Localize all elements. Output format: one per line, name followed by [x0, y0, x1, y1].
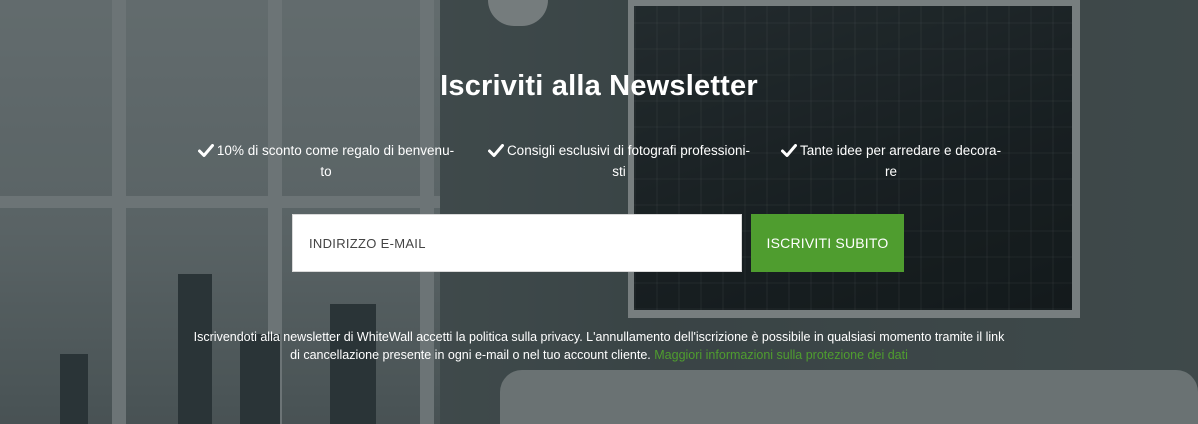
benefit-text-cont: re — [884, 164, 897, 179]
checkmark-icon — [487, 144, 504, 157]
subscribe-button[interactable]: ISCRIVITI SUBITO — [751, 214, 904, 272]
newsletter-title: Iscriviti alla Newsletter — [440, 70, 758, 102]
benefit-text: Tante idee per arredare e decora- — [799, 143, 1002, 158]
benefit-text: Consigli esclusivi di fotografi professi… — [506, 143, 751, 158]
checkmark-icon — [197, 144, 214, 157]
benefit-text-cont: sti — [612, 164, 626, 179]
benefit-text-cont: to — [320, 164, 332, 179]
benefit-item: Consigli esclusivi di fotografi professi… — [474, 140, 764, 182]
benefit-text: 10% di sconto come regalo di benvenu- — [216, 143, 455, 158]
privacy-link[interactable]: Maggiori informazioni sulla protezione d… — [654, 348, 908, 362]
benefit-item: 10% di sconto come regalo di benvenu- to — [181, 140, 471, 182]
benefit-item: Tante idee per arredare e decora- re — [746, 140, 1036, 182]
email-input[interactable] — [292, 214, 742, 272]
checkmark-icon — [780, 144, 797, 157]
privacy-notice: Iscrivendoti alla newsletter di WhiteWal… — [190, 329, 1008, 364]
newsletter-section: Iscriviti alla Newsletter 10% di sconto … — [0, 0, 1198, 424]
